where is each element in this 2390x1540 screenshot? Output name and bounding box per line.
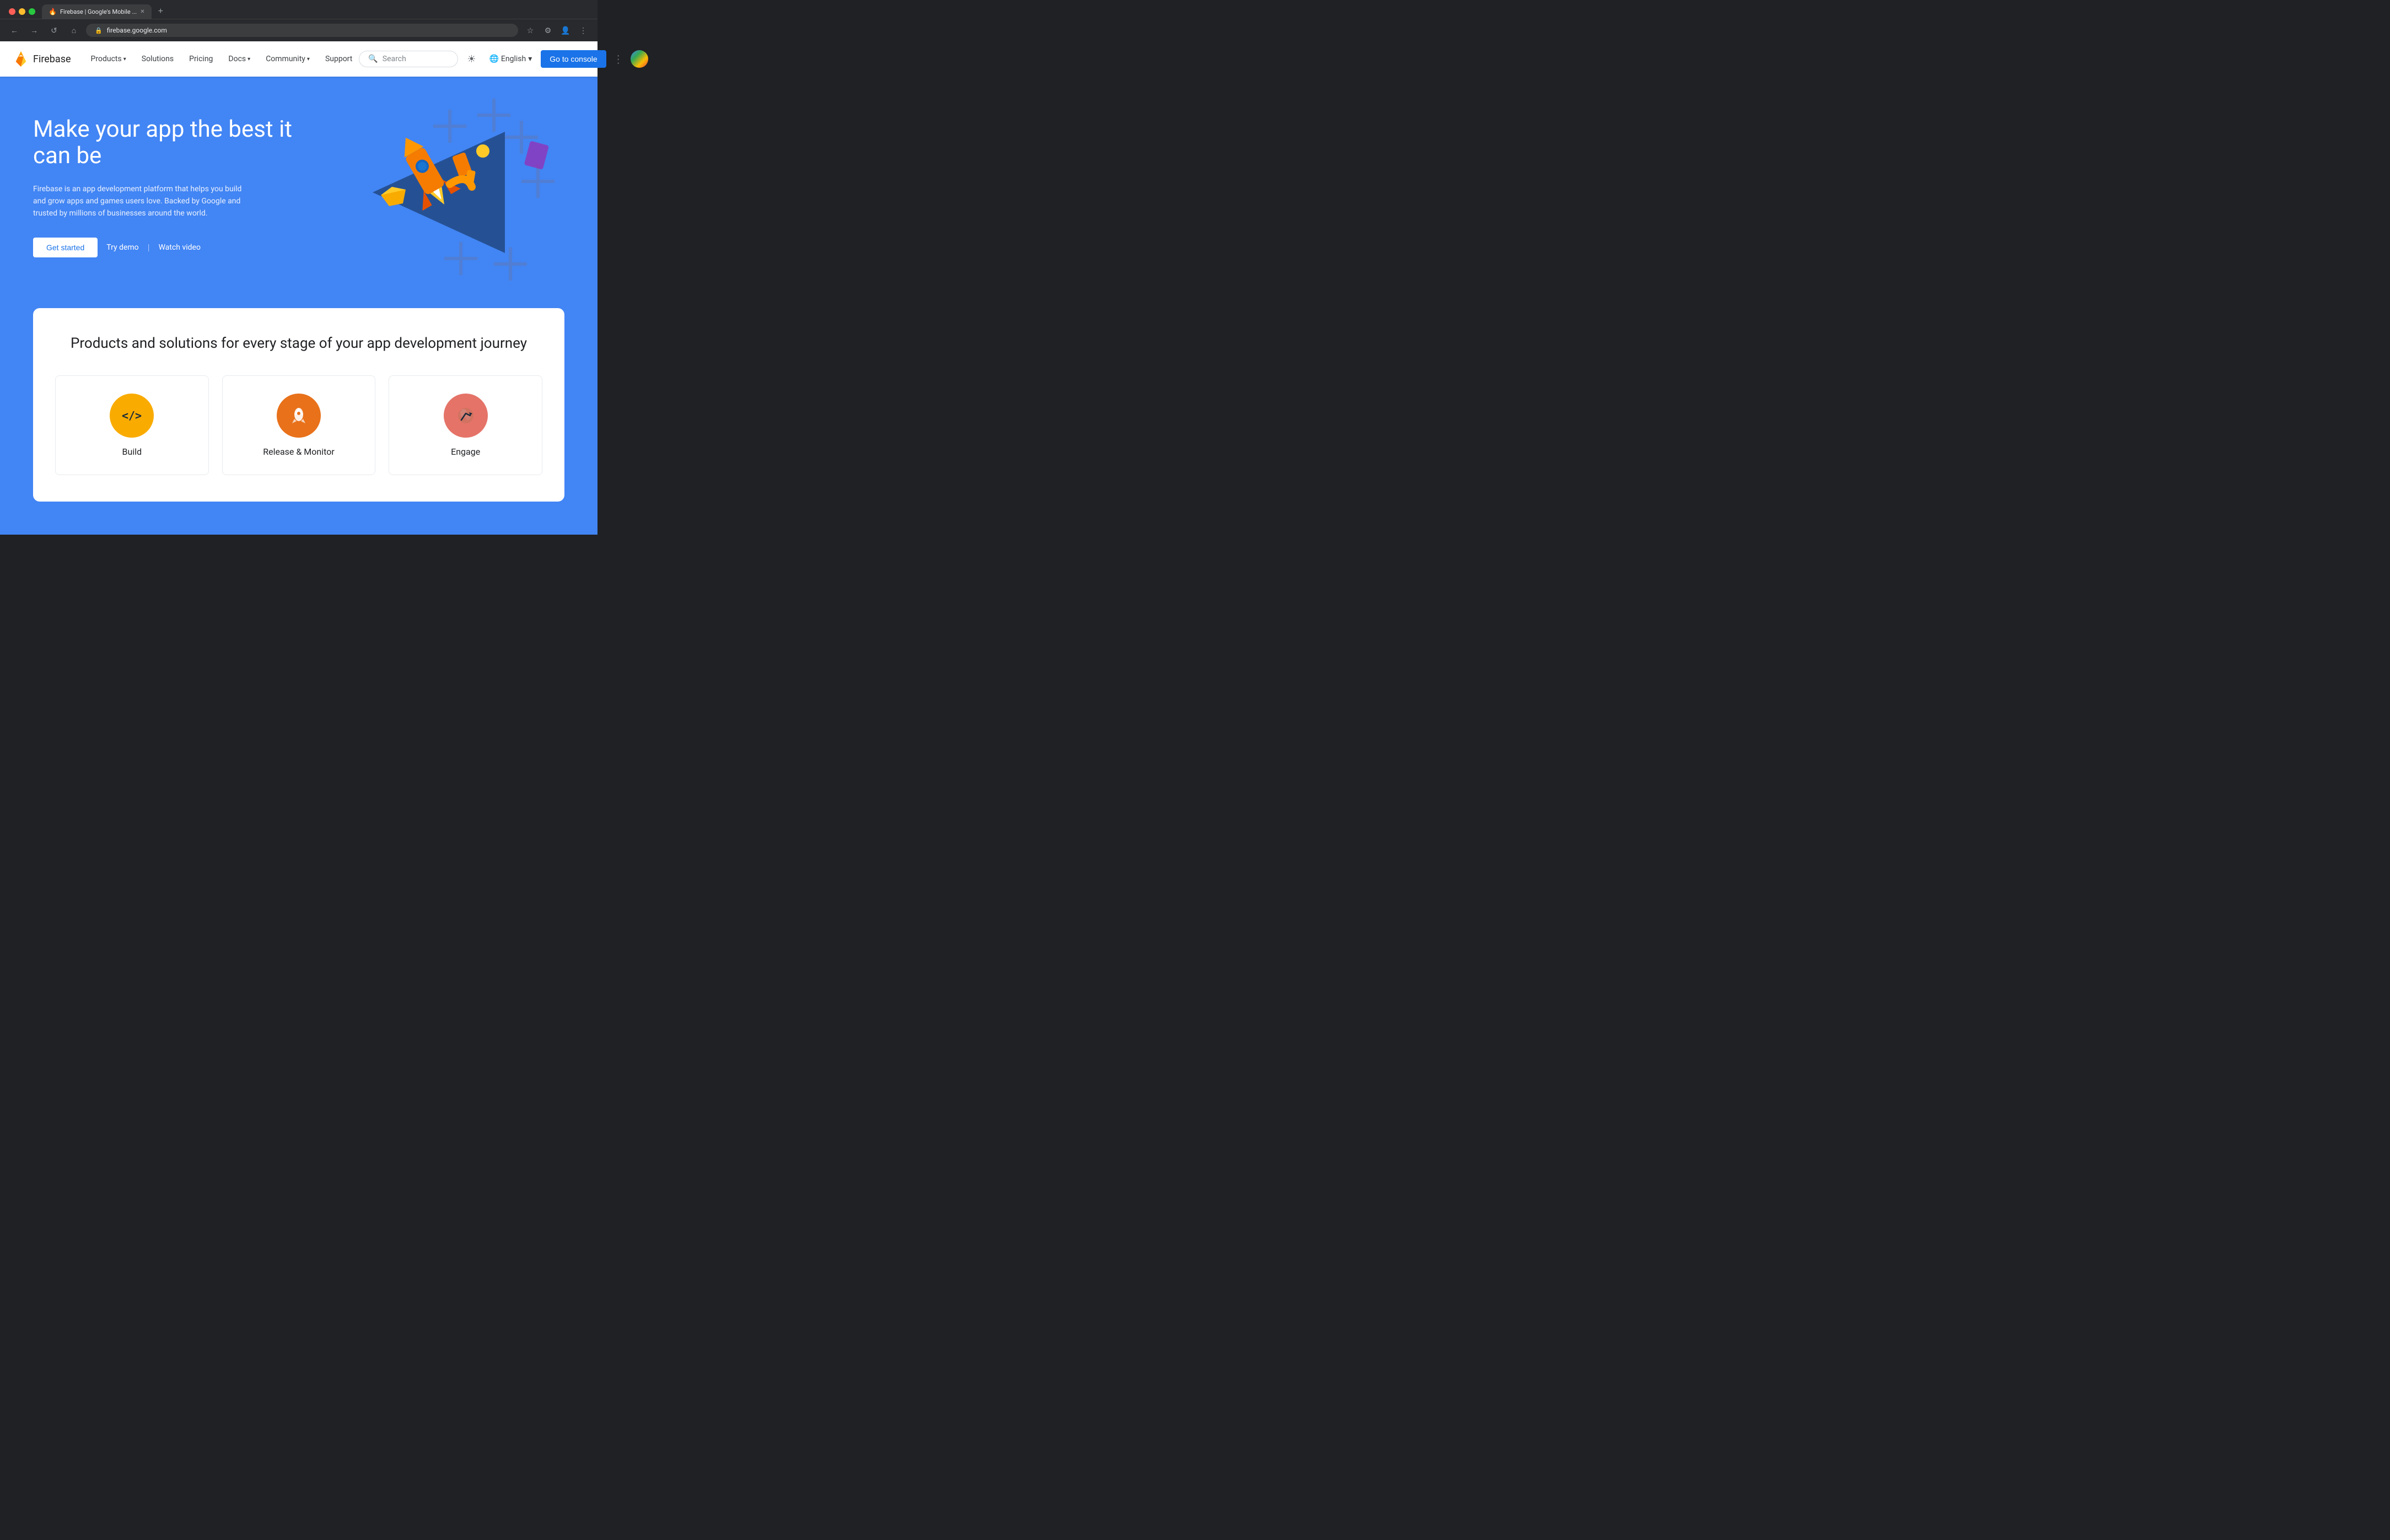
active-tab[interactable]: 🔥 Firebase | Google's Mobile ... ✕ — [42, 4, 152, 19]
watch-video-link[interactable]: Watch video — [159, 243, 201, 252]
engage-icon — [444, 394, 488, 438]
products-card: Products and solutions for every stage o… — [33, 308, 564, 502]
product-item-build[interactable]: </> Build — [55, 375, 209, 475]
chevron-down-icon: ▾ — [123, 56, 126, 62]
reload-button[interactable]: ↺ — [46, 23, 62, 38]
url-bar[interactable]: 🔒 firebase.google.com — [86, 24, 518, 37]
tab-title: Firebase | Google's Mobile ... — [60, 8, 137, 15]
nav-solutions[interactable]: Solutions — [135, 50, 180, 68]
nav-right: 🔍 Search ☀ 🌐 English ▾ Go to console ⋮ — [359, 49, 648, 69]
bookmark-icon[interactable]: ☆ — [523, 23, 538, 38]
release-icon — [277, 394, 321, 438]
search-placeholder: Search — [383, 55, 406, 63]
search-icon: 🔍 — [368, 55, 378, 63]
hero-section: Make your app the best it can be Firebas… — [0, 77, 598, 308]
search-bar[interactable]: 🔍 Search — [359, 51, 458, 67]
build-label: Build — [122, 446, 142, 457]
hero-rocket-svg — [295, 88, 571, 297]
divider: | — [148, 242, 150, 252]
more-options-button[interactable]: ⋮ — [611, 50, 626, 68]
new-tab-button[interactable]: + — [154, 4, 168, 19]
browser-actions: ☆ ⚙ 👤 ⋮ — [523, 23, 591, 38]
forward-button[interactable]: → — [26, 23, 42, 38]
get-started-button[interactable]: Get started — [33, 238, 98, 257]
address-bar: ← → ↺ ⌂ 🔒 firebase.google.com ☆ ⚙ 👤 ⋮ — [0, 19, 598, 41]
nav-docs[interactable]: Docs ▾ — [222, 50, 257, 68]
language-selector[interactable]: 🌐 English ▾ — [485, 52, 536, 66]
chevron-down-icon: ▾ — [307, 56, 310, 62]
tab-favicon-icon: 🔥 — [49, 8, 57, 15]
traffic-lights — [4, 8, 40, 15]
website: Firebase Products ▾ Solutions Pricing Do… — [0, 41, 598, 535]
build-icon: </> — [110, 394, 154, 438]
nav-community[interactable]: Community ▾ — [259, 50, 316, 68]
products-section: Products and solutions for every stage o… — [0, 308, 598, 535]
hero-actions: Get started Try demo | Watch video — [33, 238, 309, 257]
theme-toggle-button[interactable]: ☀ — [462, 49, 480, 69]
maximize-traffic-light[interactable] — [29, 8, 35, 15]
hero-title: Make your app the best it can be — [33, 116, 309, 170]
hero-description: Firebase is an app development platform … — [33, 183, 243, 220]
extension-icon[interactable]: ⚙ — [540, 23, 556, 38]
svg-text:</>: </> — [122, 409, 142, 422]
nav-pricing[interactable]: Pricing — [182, 50, 219, 68]
chevron-down-icon: ▾ — [528, 55, 532, 63]
go-to-console-button[interactable]: Go to console — [541, 50, 606, 68]
browser-chrome: 🔥 Firebase | Google's Mobile ... ✕ + ← →… — [0, 0, 598, 41]
chevron-down-icon: ▾ — [247, 56, 250, 62]
profile-icon[interactable]: 👤 — [558, 23, 573, 38]
firebase-flame-icon — [13, 51, 29, 67]
firebase-logo[interactable]: Firebase — [13, 51, 71, 67]
language-label: English — [501, 55, 526, 63]
tab-bar: 🔥 Firebase | Google's Mobile ... ✕ + — [0, 0, 598, 19]
back-button[interactable]: ← — [7, 23, 22, 38]
tab-close-icon[interactable]: ✕ — [140, 9, 144, 15]
try-demo-link[interactable]: Try demo — [106, 243, 138, 252]
url-text: firebase.google.com — [107, 26, 167, 34]
hero-content: Make your app the best it can be Firebas… — [33, 116, 309, 257]
nav-support[interactable]: Support — [319, 50, 359, 68]
navbar: Firebase Products ▾ Solutions Pricing Do… — [0, 41, 598, 77]
minimize-traffic-light[interactable] — [19, 8, 25, 15]
product-item-engage[interactable]: Engage — [389, 375, 542, 475]
close-traffic-light[interactable] — [9, 8, 15, 15]
firebase-logo-text: Firebase — [33, 53, 71, 65]
user-avatar-button[interactable] — [631, 50, 648, 68]
more-icon[interactable]: ⋮ — [575, 23, 591, 38]
home-button[interactable]: ⌂ — [66, 23, 82, 38]
nav-links: Products ▾ Solutions Pricing Docs ▾ Comm… — [84, 50, 359, 68]
engage-label: Engage — [451, 446, 480, 457]
release-label: Release & Monitor — [263, 446, 335, 457]
hero-illustration — [269, 77, 598, 308]
nav-products[interactable]: Products ▾ — [84, 50, 133, 68]
globe-icon: 🌐 — [489, 55, 498, 63]
product-item-release[interactable]: Release & Monitor — [222, 375, 376, 475]
products-grid: </> Build — [55, 375, 542, 475]
lock-icon: 🔒 — [95, 27, 103, 34]
products-section-title: Products and solutions for every stage o… — [55, 335, 542, 353]
